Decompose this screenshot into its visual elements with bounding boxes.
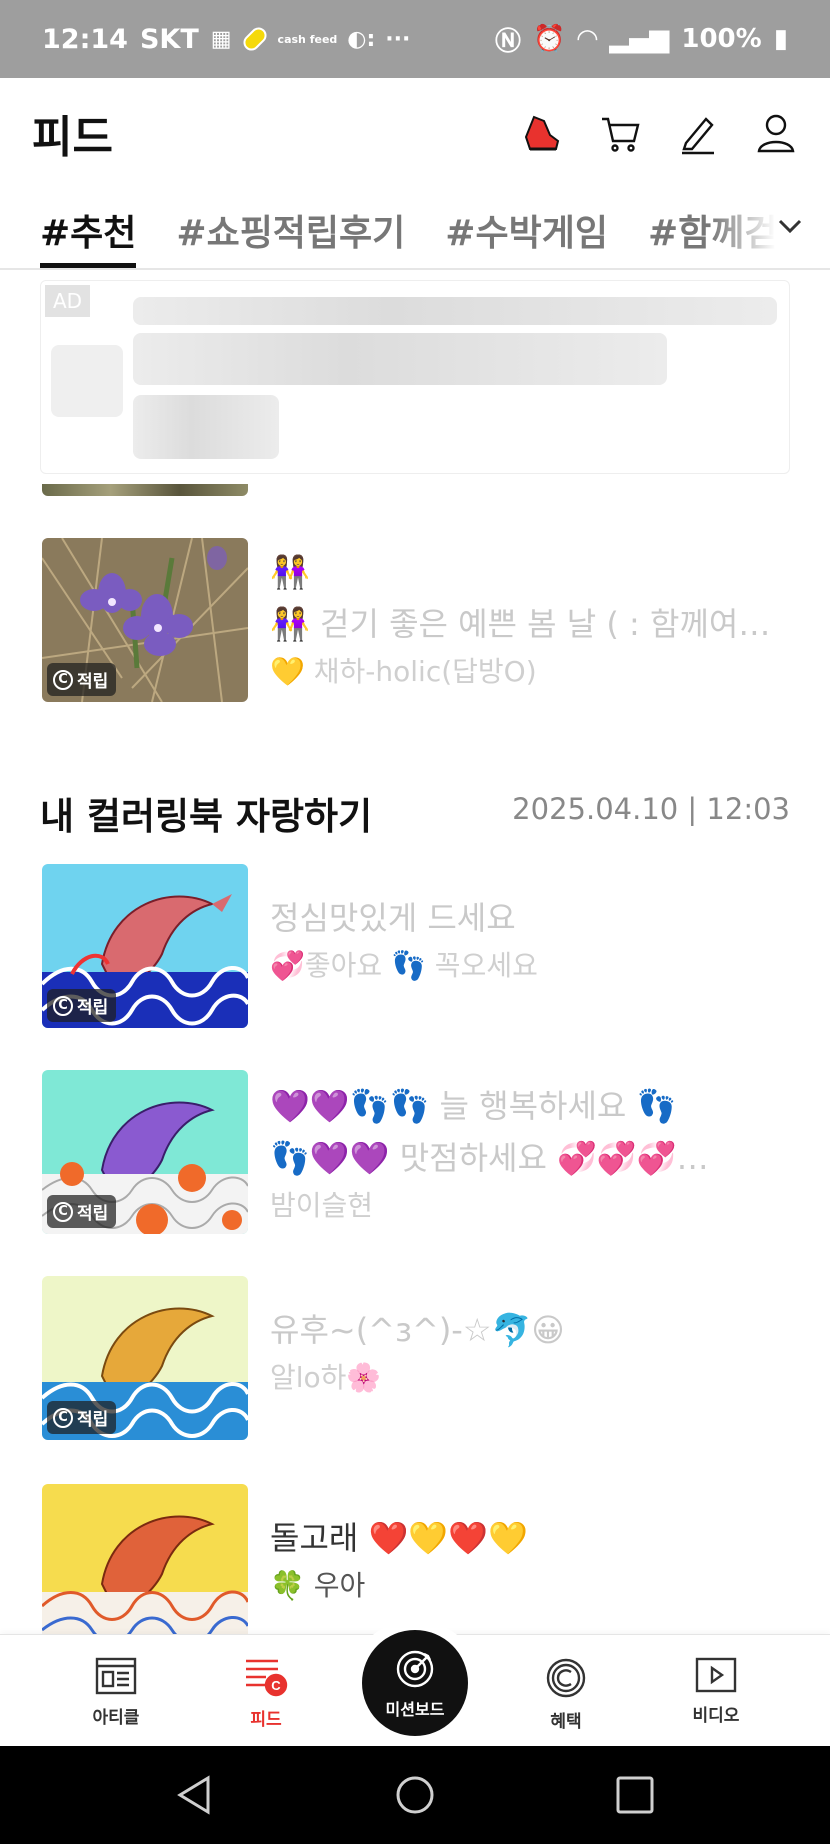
section-date: 2025.04.10 | 12:03: [512, 792, 790, 826]
battery-level: 100%: [681, 24, 762, 54]
alarm-icon: ⏰: [532, 24, 566, 54]
status-time: 12:14: [42, 23, 128, 55]
cropped-thumbnail: [42, 484, 248, 496]
pill-icon: [239, 24, 270, 54]
coin-icon: [546, 1658, 586, 1698]
tab-watermelon-game[interactable]: #수박게임: [445, 190, 608, 268]
signal-icon: ▂▄▆: [609, 24, 670, 54]
feed-icon: C: [246, 1659, 288, 1697]
cart-icon[interactable]: [598, 111, 642, 155]
status-bar: 12:14 SKT ▦ cash feed ◐: ··· Ⓝ ⏰ ◠ ▂▄▆ 1…: [0, 0, 830, 78]
tab-shopping-review[interactable]: #쇼핑적립후기: [176, 190, 405, 268]
post-author: 💛 채하-holic(답방O): [270, 655, 537, 688]
nav-article[interactable]: 아티클: [56, 1657, 176, 1728]
post-text-line: 유후~(^з^)-☆🐬😀: [270, 1311, 565, 1349]
page-title: 피드: [32, 112, 113, 163]
post-thumbnail: C 적립: [42, 538, 248, 702]
post-text-line: 👣💜💜 맛점하세요 💞💞💞…: [270, 1139, 709, 1177]
more-notifications-icon: ···: [385, 26, 411, 52]
nav-mission-board[interactable]: 미션보드: [362, 1630, 468, 1736]
app-header: 피드: [0, 78, 830, 188]
tab-recommended[interactable]: #추천: [40, 190, 137, 268]
ad-banner[interactable]: AD: [40, 280, 790, 474]
category-tabs: #추천 #쇼핑적립후기 #수박게임 #함께걷기인증: [0, 190, 830, 270]
chevron-down-icon[interactable]: [772, 208, 808, 248]
svg-text:C: C: [271, 1678, 281, 1693]
wifi-icon: ◠: [577, 24, 598, 54]
post-author: 알lo하🌸: [270, 1361, 382, 1394]
ad-badge: AD: [45, 285, 91, 317]
nfc-icon: Ⓝ: [494, 26, 521, 57]
nav-feed[interactable]: C 피드: [206, 1657, 326, 1730]
ad-thumbnail-placeholder: [51, 345, 123, 417]
post-thumbnail: [42, 1484, 248, 1648]
cashfeed-icon: cash feed: [277, 32, 338, 46]
tabs-fade: [710, 190, 830, 268]
post-text-line: 💜💜👣👣 늘 행복하세요 👣: [270, 1087, 677, 1125]
target-icon: [396, 1650, 434, 1688]
post-thumbnail: C 적립: [42, 1070, 248, 1234]
reward-badge: C 적립: [47, 989, 117, 1022]
profile-icon[interactable]: [754, 111, 798, 155]
post-author: 밤이슬현: [270, 1189, 374, 1222]
post-text-line: 👭 걷기 좋은 예쁜 봄 날 ( : 함께여…: [270, 605, 771, 643]
grid-icon: ▦: [210, 26, 232, 52]
post-author: 💞좋아요 👣 꼭오세요: [270, 949, 538, 982]
reward-badge: C 적립: [47, 663, 117, 696]
reward-badge: C 적립: [47, 1401, 117, 1434]
post-text-line: 정심맛있게 드세요: [270, 899, 516, 937]
home-icon: [396, 1776, 434, 1814]
system-navigation-bar: [0, 1746, 830, 1844]
post-text-line: 돌고래 ❤️💛❤️💛: [270, 1519, 528, 1557]
nav-benefit[interactable]: 혜택: [506, 1657, 626, 1732]
reward-badge: C 적립: [47, 1195, 117, 1228]
post-thumbnail: C 적립: [42, 1276, 248, 1440]
ad-skeleton-line: [133, 395, 279, 459]
ad-skeleton-line: [133, 297, 777, 325]
play-icon: [695, 1657, 737, 1693]
section-title: 내 컬러링북 자랑하기: [40, 795, 373, 838]
recents-icon: [616, 1776, 654, 1814]
status-carrier: SKT: [139, 23, 199, 55]
article-icon: [95, 1657, 137, 1695]
battery-charging-icon: ▮: [773, 24, 788, 54]
post-thumbnail: C 적립: [42, 864, 248, 1028]
sneaker-icon[interactable]: [520, 111, 564, 155]
write-icon[interactable]: [676, 111, 720, 155]
ad-skeleton-line: [133, 333, 667, 385]
nav-video[interactable]: 비디오: [656, 1657, 776, 1726]
post-author: 🍀 우아: [270, 1569, 366, 1602]
toggle-icon: ◐:: [347, 26, 376, 52]
post-text-line: 👭: [270, 553, 310, 591]
back-icon: [177, 1775, 210, 1815]
